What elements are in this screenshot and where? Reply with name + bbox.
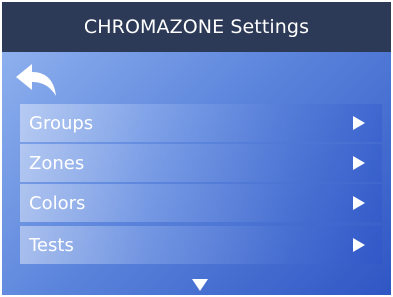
- menu-item-label: Zones: [29, 152, 85, 174]
- menu-item-label: Colors: [29, 192, 86, 214]
- settings-panel: Groups Zones Colors Tests: [2, 52, 391, 295]
- menu-item-colors[interactable]: Colors: [20, 184, 382, 222]
- menu-item-groups[interactable]: Groups: [20, 104, 382, 142]
- menu-item-label: Groups: [29, 112, 94, 134]
- menu-item-label: Tests: [29, 234, 74, 256]
- page-title: CHROMAZONE Settings: [83, 16, 310, 38]
- chevron-right-icon: [353, 116, 365, 130]
- settings-screen: CHROMAZONE Settings Groups Zones Colors: [0, 0, 393, 297]
- menu-item-tests[interactable]: Tests: [20, 226, 382, 264]
- chevron-right-icon: [353, 238, 365, 252]
- menu-item-zones[interactable]: Zones: [20, 144, 382, 182]
- chevron-right-icon: [353, 196, 365, 210]
- chevron-down-icon[interactable]: [192, 279, 208, 291]
- chevron-right-icon: [353, 156, 365, 170]
- title-bar: CHROMAZONE Settings: [2, 2, 391, 52]
- back-arrow-icon: [16, 64, 56, 96]
- back-button[interactable]: [14, 62, 58, 98]
